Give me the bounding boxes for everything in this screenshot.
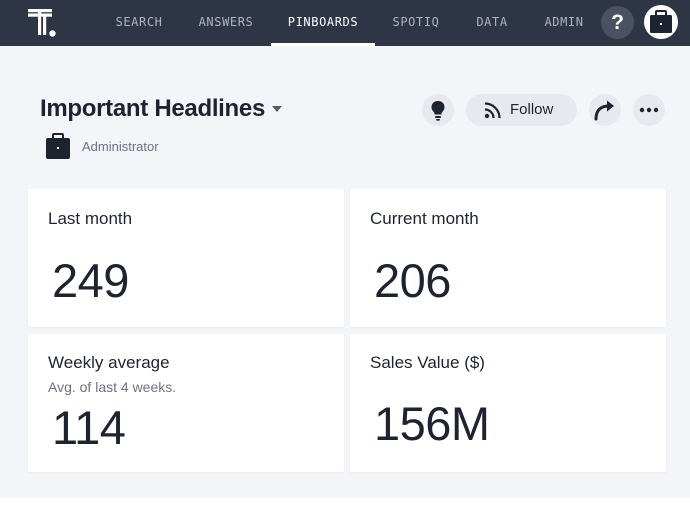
card-value: 249 xyxy=(52,254,129,307)
card-value: 156M xyxy=(374,397,490,450)
nav-pinboards[interactable]: PINBOARDS xyxy=(271,0,375,46)
pinboard-title: Important Headlines xyxy=(40,95,266,122)
kpi-card-sales-value[interactable]: Sales Value ($) 156M xyxy=(350,334,666,472)
kpi-card-current-month[interactable]: Current month 206 xyxy=(350,189,666,327)
card-title: Weekly average xyxy=(48,353,170,372)
nav-admin[interactable]: ADMIN xyxy=(536,0,592,46)
rss-feed-icon xyxy=(484,102,501,119)
question-mark-icon: ? xyxy=(611,11,624,34)
card-title: Sales Value ($) xyxy=(370,353,485,372)
user-avatar-button[interactable] xyxy=(644,5,678,39)
more-options-button[interactable] xyxy=(633,94,665,126)
kpi-card-last-month[interactable]: Last month 249 xyxy=(28,189,344,327)
help-button[interactable]: ? xyxy=(601,6,634,39)
card-value: 114 xyxy=(52,401,126,454)
author-name: Administrator xyxy=(82,139,159,154)
more-dots-icon xyxy=(639,107,659,113)
insight-button[interactable] xyxy=(422,94,454,126)
lightbulb-icon xyxy=(431,101,445,121)
card-title: Last month xyxy=(48,209,133,228)
thoughtspot-logo[interactable] xyxy=(27,8,59,40)
follow-button[interactable]: Follow xyxy=(466,94,577,126)
card-title: Current month xyxy=(370,209,479,228)
card-subtitle: Avg. of last 4 weeks. xyxy=(48,379,177,395)
share-arrow-icon xyxy=(594,100,614,121)
footer-strip xyxy=(0,498,690,509)
share-button[interactable] xyxy=(589,94,621,126)
nav-search[interactable]: SEARCH xyxy=(108,0,170,46)
nav-data[interactable]: DATA xyxy=(466,0,518,46)
briefcase-icon xyxy=(650,10,672,33)
top-navigation-bar: SEARCH ANSWERS PINBOARDS SPOTIQ DATA ADM… xyxy=(0,0,690,46)
kpi-card-weekly-average[interactable]: Weekly average Avg. of last 4 weeks. 114 xyxy=(28,334,344,472)
follow-label: Follow xyxy=(510,101,554,118)
briefcase-icon xyxy=(46,133,70,159)
card-value: 206 xyxy=(374,254,451,307)
nav-answers[interactable]: ANSWERS xyxy=(191,0,261,46)
caret-down-icon[interactable] xyxy=(272,106,282,112)
nav-spotiq[interactable]: SPOTIQ xyxy=(386,0,446,46)
